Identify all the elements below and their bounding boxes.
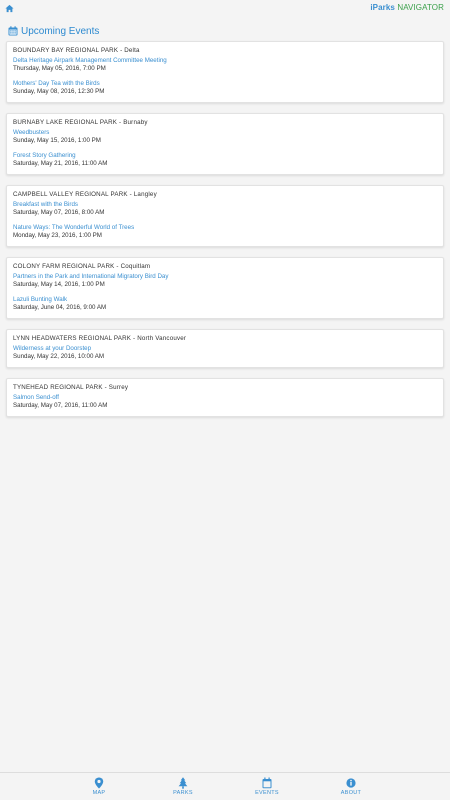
top-bar: iParks NAVIGATOR bbox=[0, 0, 450, 16]
calendar-icon bbox=[262, 777, 272, 789]
park-card: BOUNDARY BAY REGIONAL PARK - Delta Delta… bbox=[6, 41, 444, 103]
event-title-link[interactable]: Breakfast with the Birds bbox=[13, 201, 437, 209]
event-item: Weedbusters Sunday, May 15, 2016, 1:00 P… bbox=[13, 129, 437, 145]
park-name: LYNN HEADWATERS REGIONAL PARK - North Va… bbox=[13, 335, 187, 342]
event-item: Salmon Send-off Saturday, May 07, 2016, … bbox=[13, 394, 437, 410]
park-name: BOUNDARY BAY REGIONAL PARK - Delta bbox=[13, 47, 140, 54]
event-item: Forest Story Gathering Saturday, May 21,… bbox=[13, 152, 437, 168]
event-date: Saturday, May 07, 2016, 11:00 AM bbox=[13, 402, 108, 409]
event-item: Nature Ways: The Wonderful World of Tree… bbox=[13, 224, 437, 240]
event-title-link[interactable]: Nature Ways: The Wonderful World of Tree… bbox=[13, 224, 437, 232]
event-date: Saturday, June 04, 2016, 9:00 AM bbox=[13, 304, 107, 311]
event-date: Saturday, May 14, 2016, 1:00 PM bbox=[13, 281, 105, 288]
page-header: Upcoming Events bbox=[8, 24, 99, 38]
event-title-link[interactable]: Weedbusters bbox=[13, 129, 437, 137]
event-title-link[interactable]: Wilderness at your Doorstep bbox=[13, 345, 437, 353]
park-card: CAMPBELL VALLEY REGIONAL PARK - Langley … bbox=[6, 185, 444, 247]
park-card: LYNN HEADWATERS REGIONAL PARK - North Va… bbox=[6, 329, 444, 368]
app-brand: iParks NAVIGATOR bbox=[370, 3, 444, 13]
event-date: Saturday, May 07, 2016, 8:00 AM bbox=[13, 209, 105, 216]
event-date: Saturday, May 21, 2016, 11:00 AM bbox=[13, 160, 108, 167]
event-title-link[interactable]: Lazuli Bunting Walk bbox=[13, 296, 437, 304]
tab-label: ABOUT bbox=[340, 790, 362, 796]
event-item: Lazuli Bunting Walk Saturday, June 04, 2… bbox=[13, 296, 437, 312]
park-card: TYNEHEAD REGIONAL PARK - Surrey Salmon S… bbox=[6, 378, 444, 417]
park-name: CAMPBELL VALLEY REGIONAL PARK - Langley bbox=[13, 191, 157, 198]
event-title-link[interactable]: Delta Heritage Airpark Management Commit… bbox=[13, 57, 437, 65]
event-date: Monday, May 23, 2016, 1:00 PM bbox=[13, 232, 102, 239]
tab-parks[interactable]: PARKS bbox=[153, 777, 213, 797]
event-date: Sunday, May 22, 2016, 10:00 AM bbox=[13, 353, 105, 360]
brand-name: iParks bbox=[370, 3, 395, 12]
brand-suffix: NAVIGATOR bbox=[397, 3, 444, 12]
tab-label: MAP bbox=[92, 790, 106, 796]
tab-label: PARKS bbox=[173, 790, 193, 796]
park-card: COLONY FARM REGIONAL PARK - Coquitlam Pa… bbox=[6, 257, 444, 319]
event-item: Wilderness at your Doorstep Sunday, May … bbox=[13, 345, 437, 361]
event-title-link[interactable]: Salmon Send-off bbox=[13, 394, 437, 402]
event-title-link[interactable]: Partners in the Park and International M… bbox=[13, 273, 437, 281]
info-icon bbox=[346, 778, 356, 788]
event-date: Sunday, May 08, 2016, 12:30 PM bbox=[13, 88, 105, 95]
tab-map[interactable]: MAP bbox=[69, 777, 129, 797]
event-item: Partners in the Park and International M… bbox=[13, 273, 437, 289]
home-icon[interactable] bbox=[5, 4, 14, 13]
event-item: Breakfast with the Birds Saturday, May 0… bbox=[13, 201, 437, 217]
tab-label: EVENTS bbox=[255, 790, 279, 796]
map-pin-icon bbox=[94, 777, 104, 789]
bottom-tab-bar: MAP PARKS EVENTS ABOUT bbox=[0, 772, 450, 800]
event-title-link[interactable]: Mothers' Day Tea with the Birds bbox=[13, 80, 437, 88]
calendar-icon bbox=[8, 26, 18, 36]
events-list: BOUNDARY BAY REGIONAL PARK - Delta Delta… bbox=[6, 41, 444, 427]
tab-about[interactable]: ABOUT bbox=[321, 777, 381, 797]
tab-events[interactable]: EVENTS bbox=[237, 777, 297, 797]
event-date: Thursday, May 05, 2016, 7:00 PM bbox=[13, 65, 106, 72]
event-date: Sunday, May 15, 2016, 1:00 PM bbox=[13, 137, 101, 144]
park-card: BURNABY LAKE REGIONAL PARK - Burnaby Wee… bbox=[6, 113, 444, 175]
park-name: COLONY FARM REGIONAL PARK - Coquitlam bbox=[13, 263, 151, 270]
tree-icon bbox=[178, 777, 188, 789]
event-title-link[interactable]: Forest Story Gathering bbox=[13, 152, 437, 160]
park-name: TYNEHEAD REGIONAL PARK - Surrey bbox=[13, 384, 129, 391]
event-item: Delta Heritage Airpark Management Commit… bbox=[13, 57, 437, 73]
park-name: BURNABY LAKE REGIONAL PARK - Burnaby bbox=[13, 119, 148, 126]
event-item: Mothers' Day Tea with the Birds Sunday, … bbox=[13, 80, 437, 96]
page-title: Upcoming Events bbox=[21, 25, 100, 37]
